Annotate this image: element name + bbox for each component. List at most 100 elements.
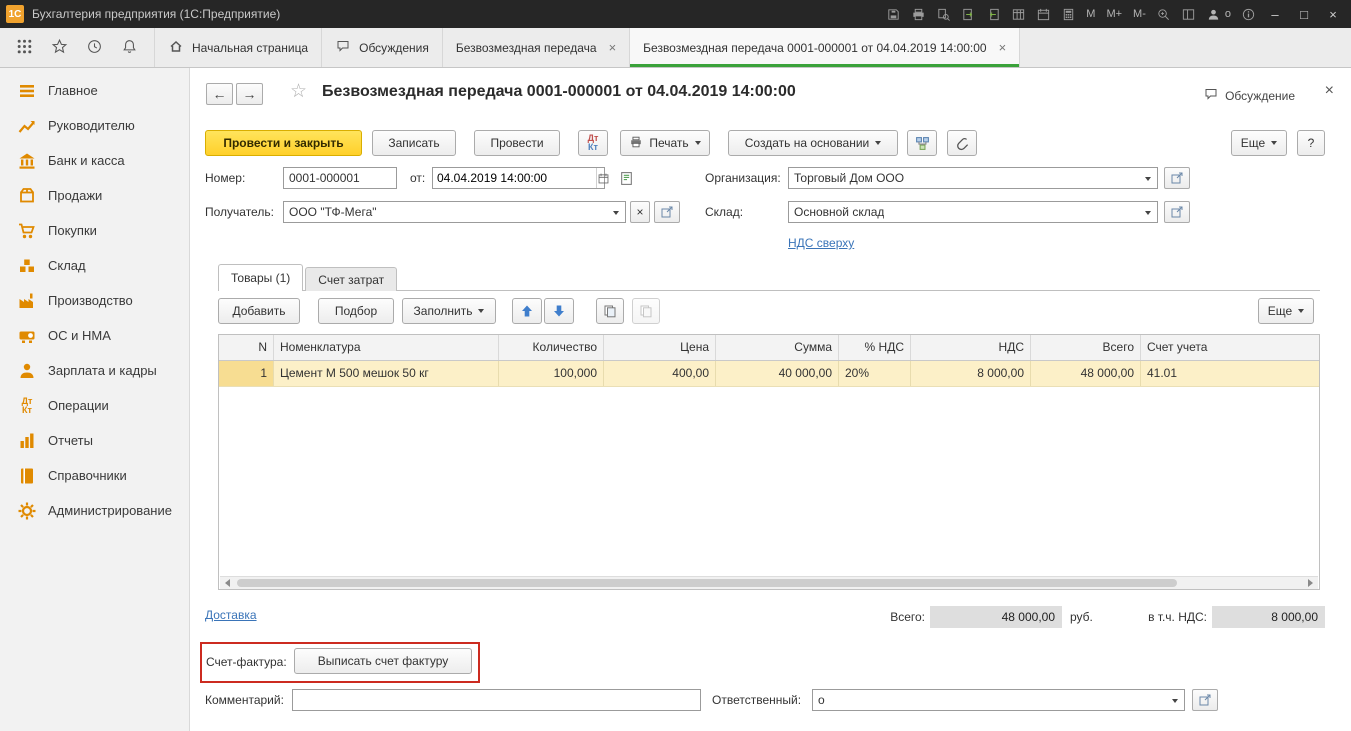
dt-kt-button[interactable]: Дт Кт — [578, 130, 608, 156]
help-button[interactable]: ? — [1297, 130, 1325, 156]
print-icon[interactable] — [910, 6, 926, 22]
column-header-sum[interactable]: Сумма — [716, 335, 839, 360]
sidebar-item-directories[interactable]: Справочники — [0, 458, 189, 493]
horizontal-scrollbar[interactable] — [220, 576, 1318, 589]
cell-total[interactable]: 48 000,00 — [1031, 361, 1141, 386]
tab-document-active[interactable]: Безвозмездная передача 0001-000001 от 04… — [630, 28, 1021, 67]
add-row-button[interactable]: Добавить — [218, 298, 300, 324]
cell-price[interactable]: 400,00 — [604, 361, 716, 386]
save-icon[interactable] — [885, 6, 901, 22]
cell-n[interactable]: 1 — [219, 361, 274, 386]
delivery-link[interactable]: Доставка — [205, 608, 257, 622]
tab-cost-account[interactable]: Счет затрат — [305, 267, 398, 291]
print-preview-icon[interactable] — [935, 6, 951, 22]
back-button[interactable]: ← — [206, 83, 233, 105]
notifications-bell-icon[interactable] — [121, 38, 138, 58]
tab-close-icon[interactable]: × — [609, 40, 617, 55]
print-button[interactable]: Печать — [620, 130, 710, 156]
sidebar-item-reports[interactable]: Отчеты — [0, 423, 189, 458]
sidebar-item-operations[interactable]: Дт Кт Операции — [0, 388, 189, 423]
tab-document-list[interactable]: Безвозмездная передача × — [443, 28, 631, 67]
chevron-down-icon[interactable] — [1145, 211, 1151, 215]
sidebar-item-bank-cash[interactable]: Банк и касса — [0, 143, 189, 178]
issue-invoice-button[interactable]: Выписать счет фактуру — [294, 648, 472, 674]
history-icon[interactable] — [86, 38, 103, 58]
memory-m-minus-button[interactable]: M- — [1132, 8, 1147, 20]
write-button[interactable]: Записать — [372, 130, 456, 156]
open-organization-button[interactable] — [1164, 167, 1190, 189]
open-warehouse-button[interactable] — [1164, 201, 1190, 223]
post-button[interactable]: Провести — [474, 130, 560, 156]
favorites-star-icon[interactable] — [51, 38, 68, 58]
cell-quantity[interactable]: 100,000 — [499, 361, 604, 386]
chevron-down-icon[interactable] — [613, 211, 619, 215]
zoom-icon[interactable] — [1156, 6, 1172, 22]
open-recipient-button[interactable] — [654, 201, 680, 223]
cell-vat[interactable]: 8 000,00 — [911, 361, 1031, 386]
cell-sum[interactable]: 40 000,00 — [716, 361, 839, 386]
panels-icon[interactable] — [1181, 6, 1197, 22]
more-button[interactable]: Еще — [1231, 130, 1287, 156]
pick-button[interactable]: Подбор — [318, 298, 394, 324]
minimize-button[interactable]: – — [1265, 7, 1285, 22]
post-and-close-button[interactable]: Провести и закрыть — [205, 130, 362, 156]
table-row[interactable]: 1 Цемент М 500 мешок 50 кг 100,000 400,0… — [219, 361, 1319, 387]
sidebar-item-main[interactable]: Главное — [0, 73, 189, 108]
date-input[interactable] — [433, 168, 596, 188]
column-header-total[interactable]: Всего — [1031, 335, 1141, 360]
chevron-down-icon[interactable] — [1172, 699, 1178, 703]
sidebar-item-production[interactable]: Производство — [0, 283, 189, 318]
sidebar-item-administration[interactable]: Администрирование — [0, 493, 189, 528]
move-row-up-button[interactable] — [512, 298, 542, 324]
sidebar-item-purchases[interactable]: Покупки — [0, 213, 189, 248]
tab-discussions[interactable]: Обсуждения — [322, 28, 443, 67]
cell-nomenclature[interactable]: Цемент М 500 мешок 50 кг — [274, 361, 499, 386]
open-file-icon[interactable] — [985, 6, 1001, 22]
number-input[interactable] — [283, 167, 397, 189]
fill-button[interactable]: Заполнить — [402, 298, 496, 324]
column-header-price[interactable]: Цена — [604, 335, 716, 360]
memory-m-plus-button[interactable]: M+ — [1105, 8, 1123, 20]
move-row-down-button[interactable] — [544, 298, 574, 324]
cell-account[interactable]: 41.01 — [1141, 361, 1319, 386]
forward-button[interactable]: → — [236, 83, 263, 105]
scroll-left-icon[interactable] — [220, 577, 235, 589]
tab-home[interactable]: Начальная страница — [155, 28, 323, 67]
close-document-icon[interactable]: × — [1325, 82, 1334, 100]
grid-more-button[interactable]: Еще — [1258, 298, 1314, 324]
apps-grid-icon[interactable] — [16, 38, 33, 58]
current-user[interactable]: о — [1206, 6, 1231, 22]
cell-vat-percent[interactable]: 20% — [839, 361, 911, 386]
organization-combo[interactable]: Торговый Дом ООО — [788, 167, 1158, 189]
chevron-down-icon[interactable] — [1145, 177, 1151, 181]
clear-recipient-button[interactable]: × — [630, 201, 650, 223]
responsible-combo[interactable]: о — [812, 689, 1185, 711]
column-header-vat[interactable]: НДС — [911, 335, 1031, 360]
attachments-button[interactable] — [947, 130, 977, 156]
calendar-icon[interactable] — [1035, 6, 1051, 22]
close-window-button[interactable]: × — [1323, 7, 1343, 22]
sidebar-item-manager[interactable]: Руководителю — [0, 108, 189, 143]
calculator-icon[interactable] — [1060, 6, 1076, 22]
memory-m-button[interactable]: M — [1085, 8, 1096, 20]
paste-row-button[interactable] — [632, 298, 660, 324]
calendar-icon[interactable] — [596, 168, 610, 188]
column-header-n[interactable]: N — [219, 335, 274, 360]
info-icon[interactable] — [1240, 6, 1256, 22]
maximize-button[interactable]: □ — [1294, 7, 1314, 22]
column-header-nomenclature[interactable]: Номенклатура — [274, 335, 499, 360]
open-responsible-button[interactable] — [1192, 689, 1218, 711]
create-on-base-button[interactable]: Создать на основании — [728, 130, 898, 156]
sidebar-item-fixed-assets[interactable]: ОС и НМА — [0, 318, 189, 353]
sidebar-item-warehouse[interactable]: Склад — [0, 248, 189, 283]
vat-mode-link[interactable]: НДС сверху — [788, 236, 854, 250]
warehouse-combo[interactable]: Основной склад — [788, 201, 1158, 223]
column-header-account[interactable]: Счет учета — [1141, 335, 1319, 360]
sidebar-item-sales[interactable]: Продажи — [0, 178, 189, 213]
save-file-icon[interactable] — [960, 6, 976, 22]
fill-by-template-button[interactable] — [614, 167, 638, 189]
scroll-right-icon[interactable] — [1303, 577, 1318, 589]
favorite-star-icon[interactable]: ☆ — [290, 80, 307, 103]
comment-input[interactable] — [292, 689, 701, 711]
sidebar-item-payroll-hr[interactable]: Зарплата и кадры — [0, 353, 189, 388]
